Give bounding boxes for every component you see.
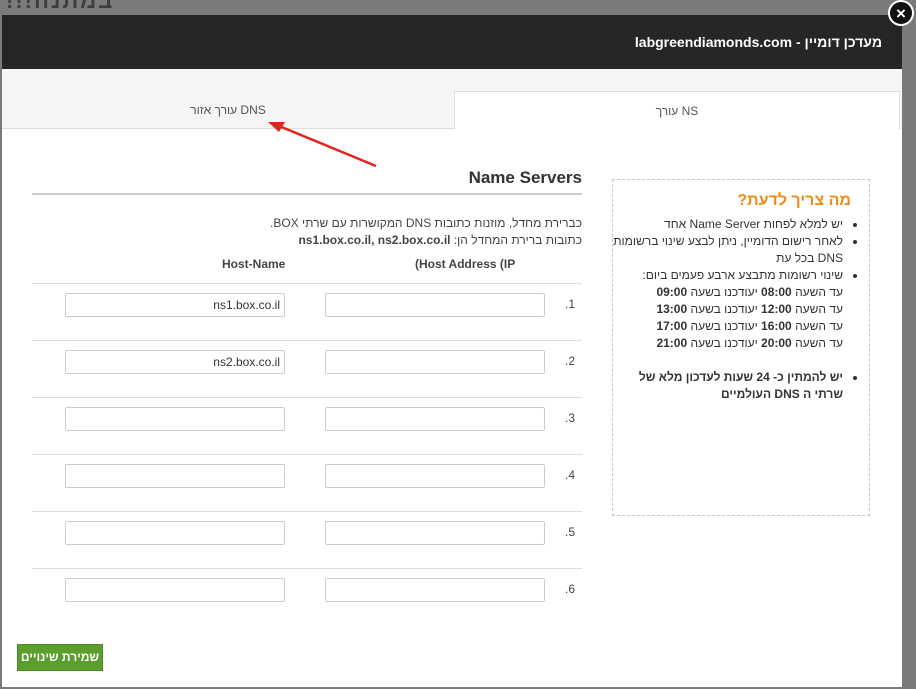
ns-row: .2: [32, 340, 582, 398]
info-bullet: לאחר רישום הדומיין, ניתן לבצע שינוי ברשו…: [611, 233, 843, 267]
hostname-input[interactable]: [65, 578, 285, 602]
schedule-line: עד השעה 08:00 יעודכנו בשעה 09:00: [656, 285, 843, 299]
default-ns-value: ns1.box.co.il, ns2.box.co.il: [298, 233, 451, 247]
row-number: .2: [565, 354, 576, 368]
row-number: .1: [565, 297, 576, 311]
section-title: Name Servers: [468, 168, 582, 187]
tab-ns-editor[interactable]: עורך NS: [454, 91, 900, 129]
ip-input[interactable]: [325, 350, 545, 374]
ns-row: .3: [32, 397, 582, 455]
row-number: .6: [565, 582, 576, 596]
tab-dns-zone-editor[interactable]: עורך אזור DNS: [2, 91, 454, 129]
info-title: מה צריך לדעת?: [737, 192, 851, 209]
modal-title: מעדכן דומיין - labgreendiamonds.com: [634, 34, 882, 50]
hostname-input[interactable]: [65, 293, 285, 317]
info-list: יש למלא לפחות Name Server אחד לאחר רישום…: [611, 216, 855, 403]
column-header-hostname: Host-Name: [222, 257, 286, 271]
section-description: כברירת מחדל, מוזנות כתובות DNS המקושרות …: [270, 215, 582, 249]
description-line: כברירת מחדל, מוזנות כתובות DNS המקושרות …: [270, 216, 582, 230]
schedule-line: עד השעה 16:00 יעודכנו בשעה 17:00: [656, 319, 843, 333]
tabs-bar: עורך NS עורך אזור DNS: [2, 69, 902, 129]
modal-header: מעדכן דומיין - labgreendiamonds.com: [2, 15, 902, 69]
row-number: .5: [565, 525, 576, 539]
info-bullet: יש למלא לפחות Name Server אחד: [611, 216, 843, 233]
hostname-input[interactable]: [65, 350, 285, 374]
info-bullet: שינוי רשומות מתבצע ארבע פעמים ביום:: [611, 267, 843, 284]
ip-input[interactable]: [325, 464, 545, 488]
background-heading: במתנה!!!: [6, 0, 115, 13]
schedule-line: עד השעה 20:00 יעודכנו בשעה 21:00: [656, 336, 843, 350]
ns-row: .4: [32, 454, 582, 512]
ns-row: .1: [32, 283, 582, 341]
schedule-line: עד השעה 12:00 יעודכנו בשעה 13:00: [656, 302, 843, 316]
column-header-ip: (Host Address (IP: [415, 257, 516, 271]
description-line: כתובות ברירת המחדל הן: ns1.box.co.il, ns…: [298, 233, 582, 247]
hostname-input[interactable]: [65, 407, 285, 431]
close-icon[interactable]: ×: [888, 0, 914, 26]
ip-input[interactable]: [325, 578, 545, 602]
info-final-note: יש להמתין כ- 24 שעות לעדכון מלא של שרתי …: [611, 369, 843, 403]
spacer: [611, 352, 843, 369]
info-box: מה צריך לדעת? יש למלא לפחות Name Server …: [612, 179, 870, 516]
ip-input[interactable]: [325, 407, 545, 431]
row-number: .4: [565, 468, 576, 482]
domain-editor-modal: מעדכן דומיין - labgreendiamonds.com עורך…: [2, 15, 902, 687]
ip-input[interactable]: [325, 521, 545, 545]
save-changes-button[interactable]: שמירת שינויים: [17, 644, 103, 671]
row-number: .3: [565, 411, 576, 425]
hostname-input[interactable]: [65, 464, 285, 488]
ns-row: .5: [32, 511, 582, 569]
section-divider: [32, 193, 582, 195]
ns-row: .6: [32, 568, 582, 626]
ip-input[interactable]: [325, 293, 545, 317]
hostname-input[interactable]: [65, 521, 285, 545]
